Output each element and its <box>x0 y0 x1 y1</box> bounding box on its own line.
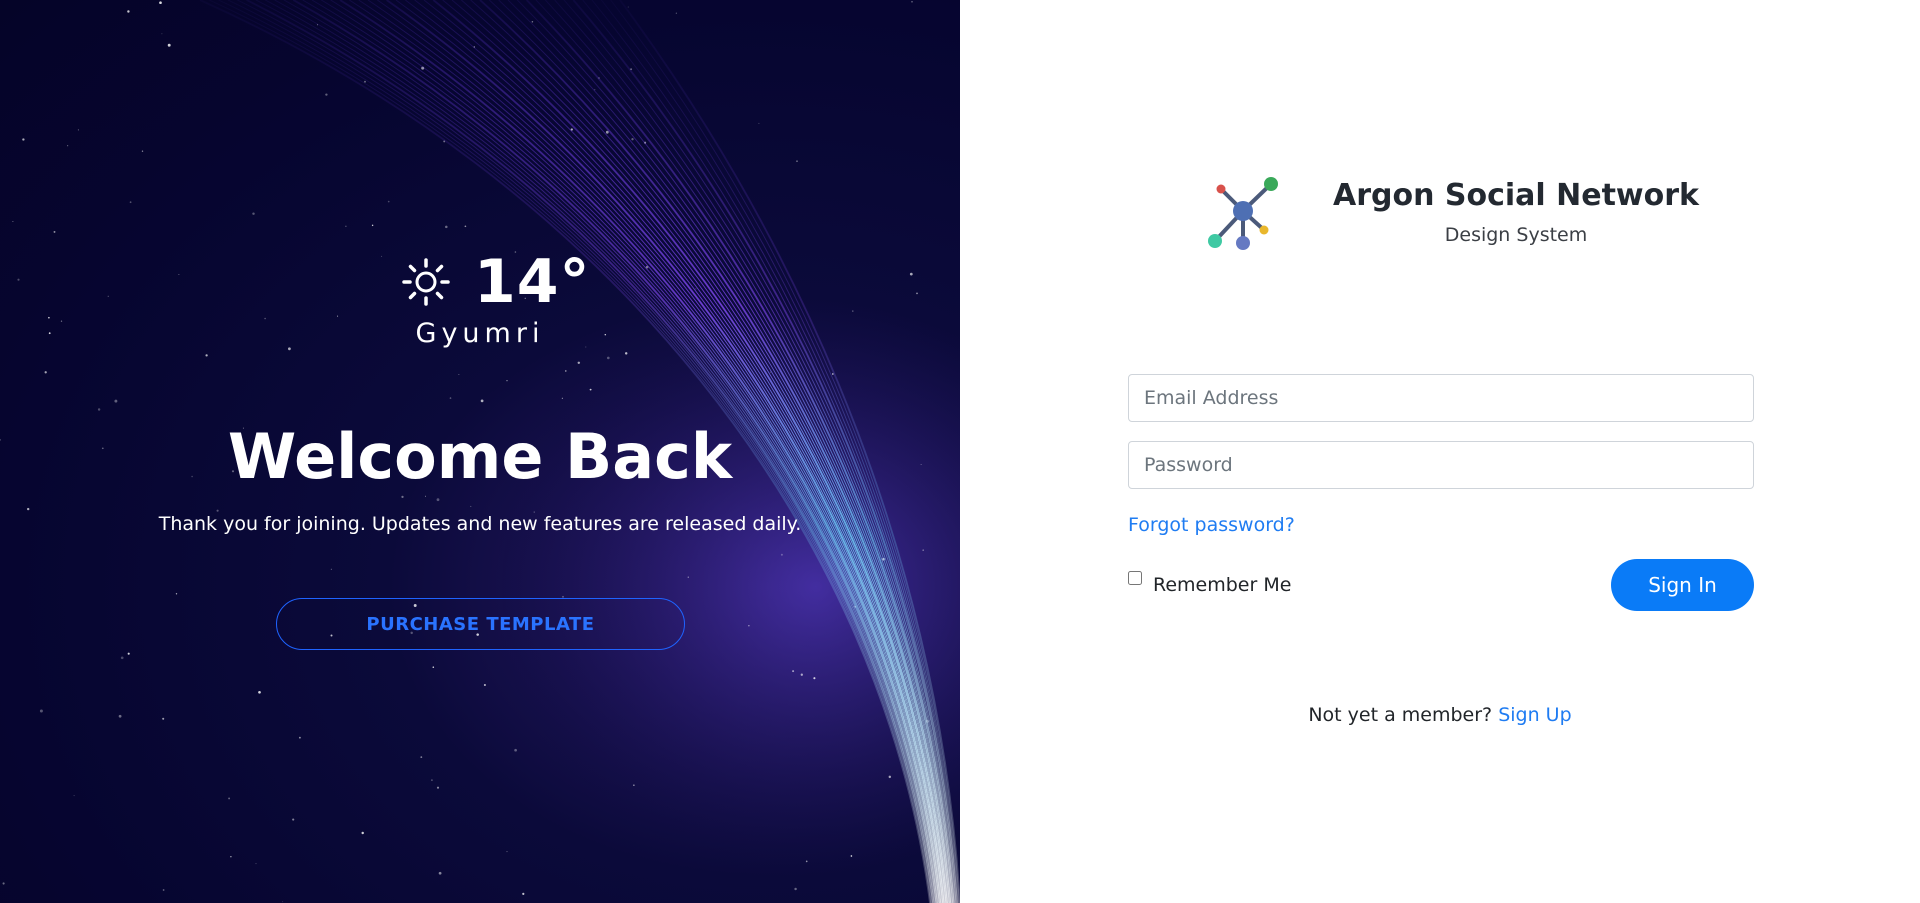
hero-panel: 14° Gyumri Welcome Back Thank you for jo… <box>0 0 960 903</box>
weather-widget: 14° <box>400 252 591 312</box>
sign-up-link[interactable]: Sign Up <box>1498 704 1571 726</box>
login-page: 14° Gyumri Welcome Back Thank you for jo… <box>0 0 1920 903</box>
purchase-template-button[interactable]: PURCHASE TEMPLATE <box>276 598 685 650</box>
brand-name: Argon Social Network <box>1332 178 1700 213</box>
sun-icon <box>402 258 450 306</box>
password-field[interactable] <box>1128 441 1754 489</box>
brand-subtitle: Design System <box>1444 224 1588 246</box>
welcome-title: Welcome Back <box>227 420 733 493</box>
sign-in-button[interactable]: Sign In <box>1611 559 1754 611</box>
hero-content: 14° Gyumri Welcome Back Thank you for jo… <box>0 0 960 903</box>
login-panel: Argon Social Network Design System Forgo… <box>960 0 1920 903</box>
remember-me-checkbox[interactable] <box>1128 571 1142 585</box>
signup-row: Not yet a member? Sign Up <box>960 704 1920 726</box>
remember-me-label: Remember Me <box>1153 574 1292 596</box>
remember-me[interactable]: Remember Me <box>1128 571 1291 596</box>
network-logo-icon <box>1208 177 1278 250</box>
city-name: Gyumri <box>415 318 545 349</box>
email-field[interactable] <box>1128 374 1754 422</box>
forgot-password-link[interactable]: Forgot password? <box>1128 514 1295 536</box>
temperature: 14° <box>474 247 591 317</box>
signup-prompt: Not yet a member? <box>1308 704 1493 726</box>
welcome-tagline: Thank you for joining. Updates and new f… <box>158 513 802 535</box>
